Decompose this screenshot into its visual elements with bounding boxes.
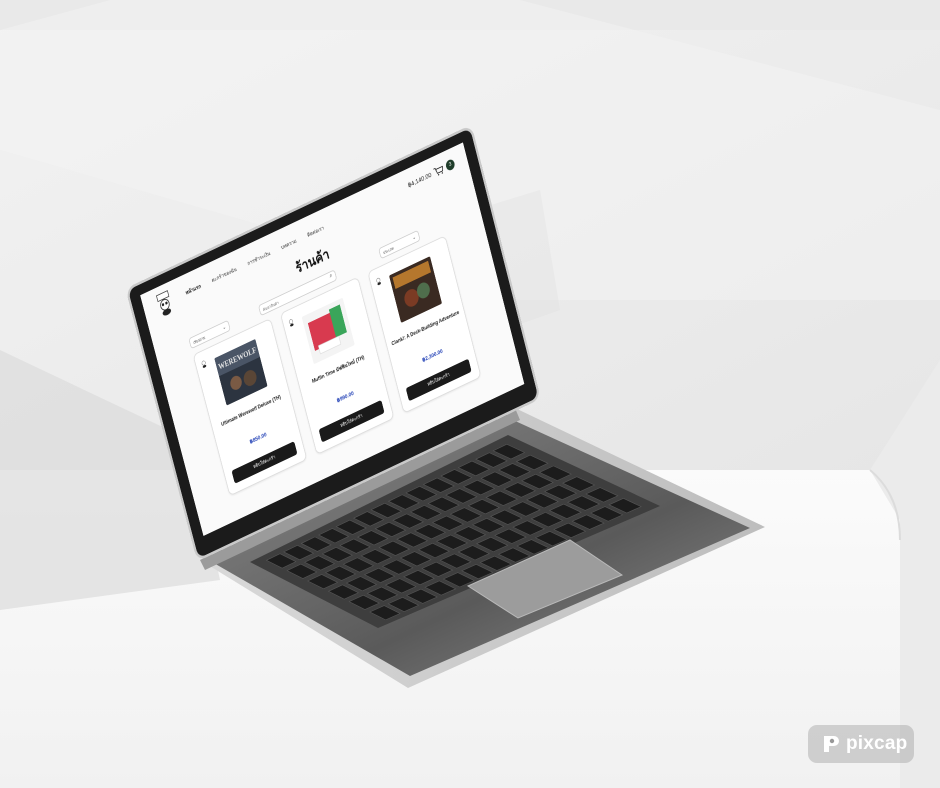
nav-articles[interactable]: บทความ [280, 236, 297, 251]
keyboard-key [328, 585, 358, 599]
watermark-text: pixcap [846, 733, 907, 755]
search-icon[interactable]: ⌕ [329, 273, 333, 281]
product-image-werewolf: WEREWOLF [214, 339, 267, 406]
chevron-down-icon: ⌄ [412, 234, 417, 241]
pixcap-logo-icon [820, 734, 840, 754]
panda-logo-icon[interactable] [154, 289, 175, 319]
cart-icon [433, 164, 445, 178]
product-image-muffin [302, 298, 355, 365]
keyboard-key [308, 574, 338, 588]
cart-total: ฿4,140.00 [407, 170, 432, 188]
panda-logo-icon [287, 316, 296, 329]
category-select-value: ประเภท [383, 246, 394, 255]
search-placeholder: ค้นหาสินค้า [263, 301, 280, 313]
sort-select-value: เรียงตาม [193, 335, 206, 345]
cart-count-badge: 3 [445, 158, 456, 172]
nav-checkout[interactable]: การชำระเงิน [246, 249, 271, 268]
keyboard-key [388, 597, 418, 611]
pixcap-watermark: pixcap [808, 725, 914, 763]
panda-logo-icon [374, 274, 383, 287]
nav-cart[interactable]: ตะกร้าของฉัน [211, 265, 238, 285]
keyboard-key [367, 587, 397, 601]
keyboard-key [407, 589, 437, 603]
chevron-down-icon: ⌄ [222, 324, 227, 331]
nav-contact[interactable]: ติดต่อเรา [306, 224, 324, 240]
product-image-clank [389, 256, 442, 323]
panda-logo-icon [199, 357, 208, 370]
keyboard-key [349, 595, 379, 609]
keyboard-key [370, 606, 400, 620]
nav-home[interactable]: หน้าแรก [185, 282, 202, 297]
